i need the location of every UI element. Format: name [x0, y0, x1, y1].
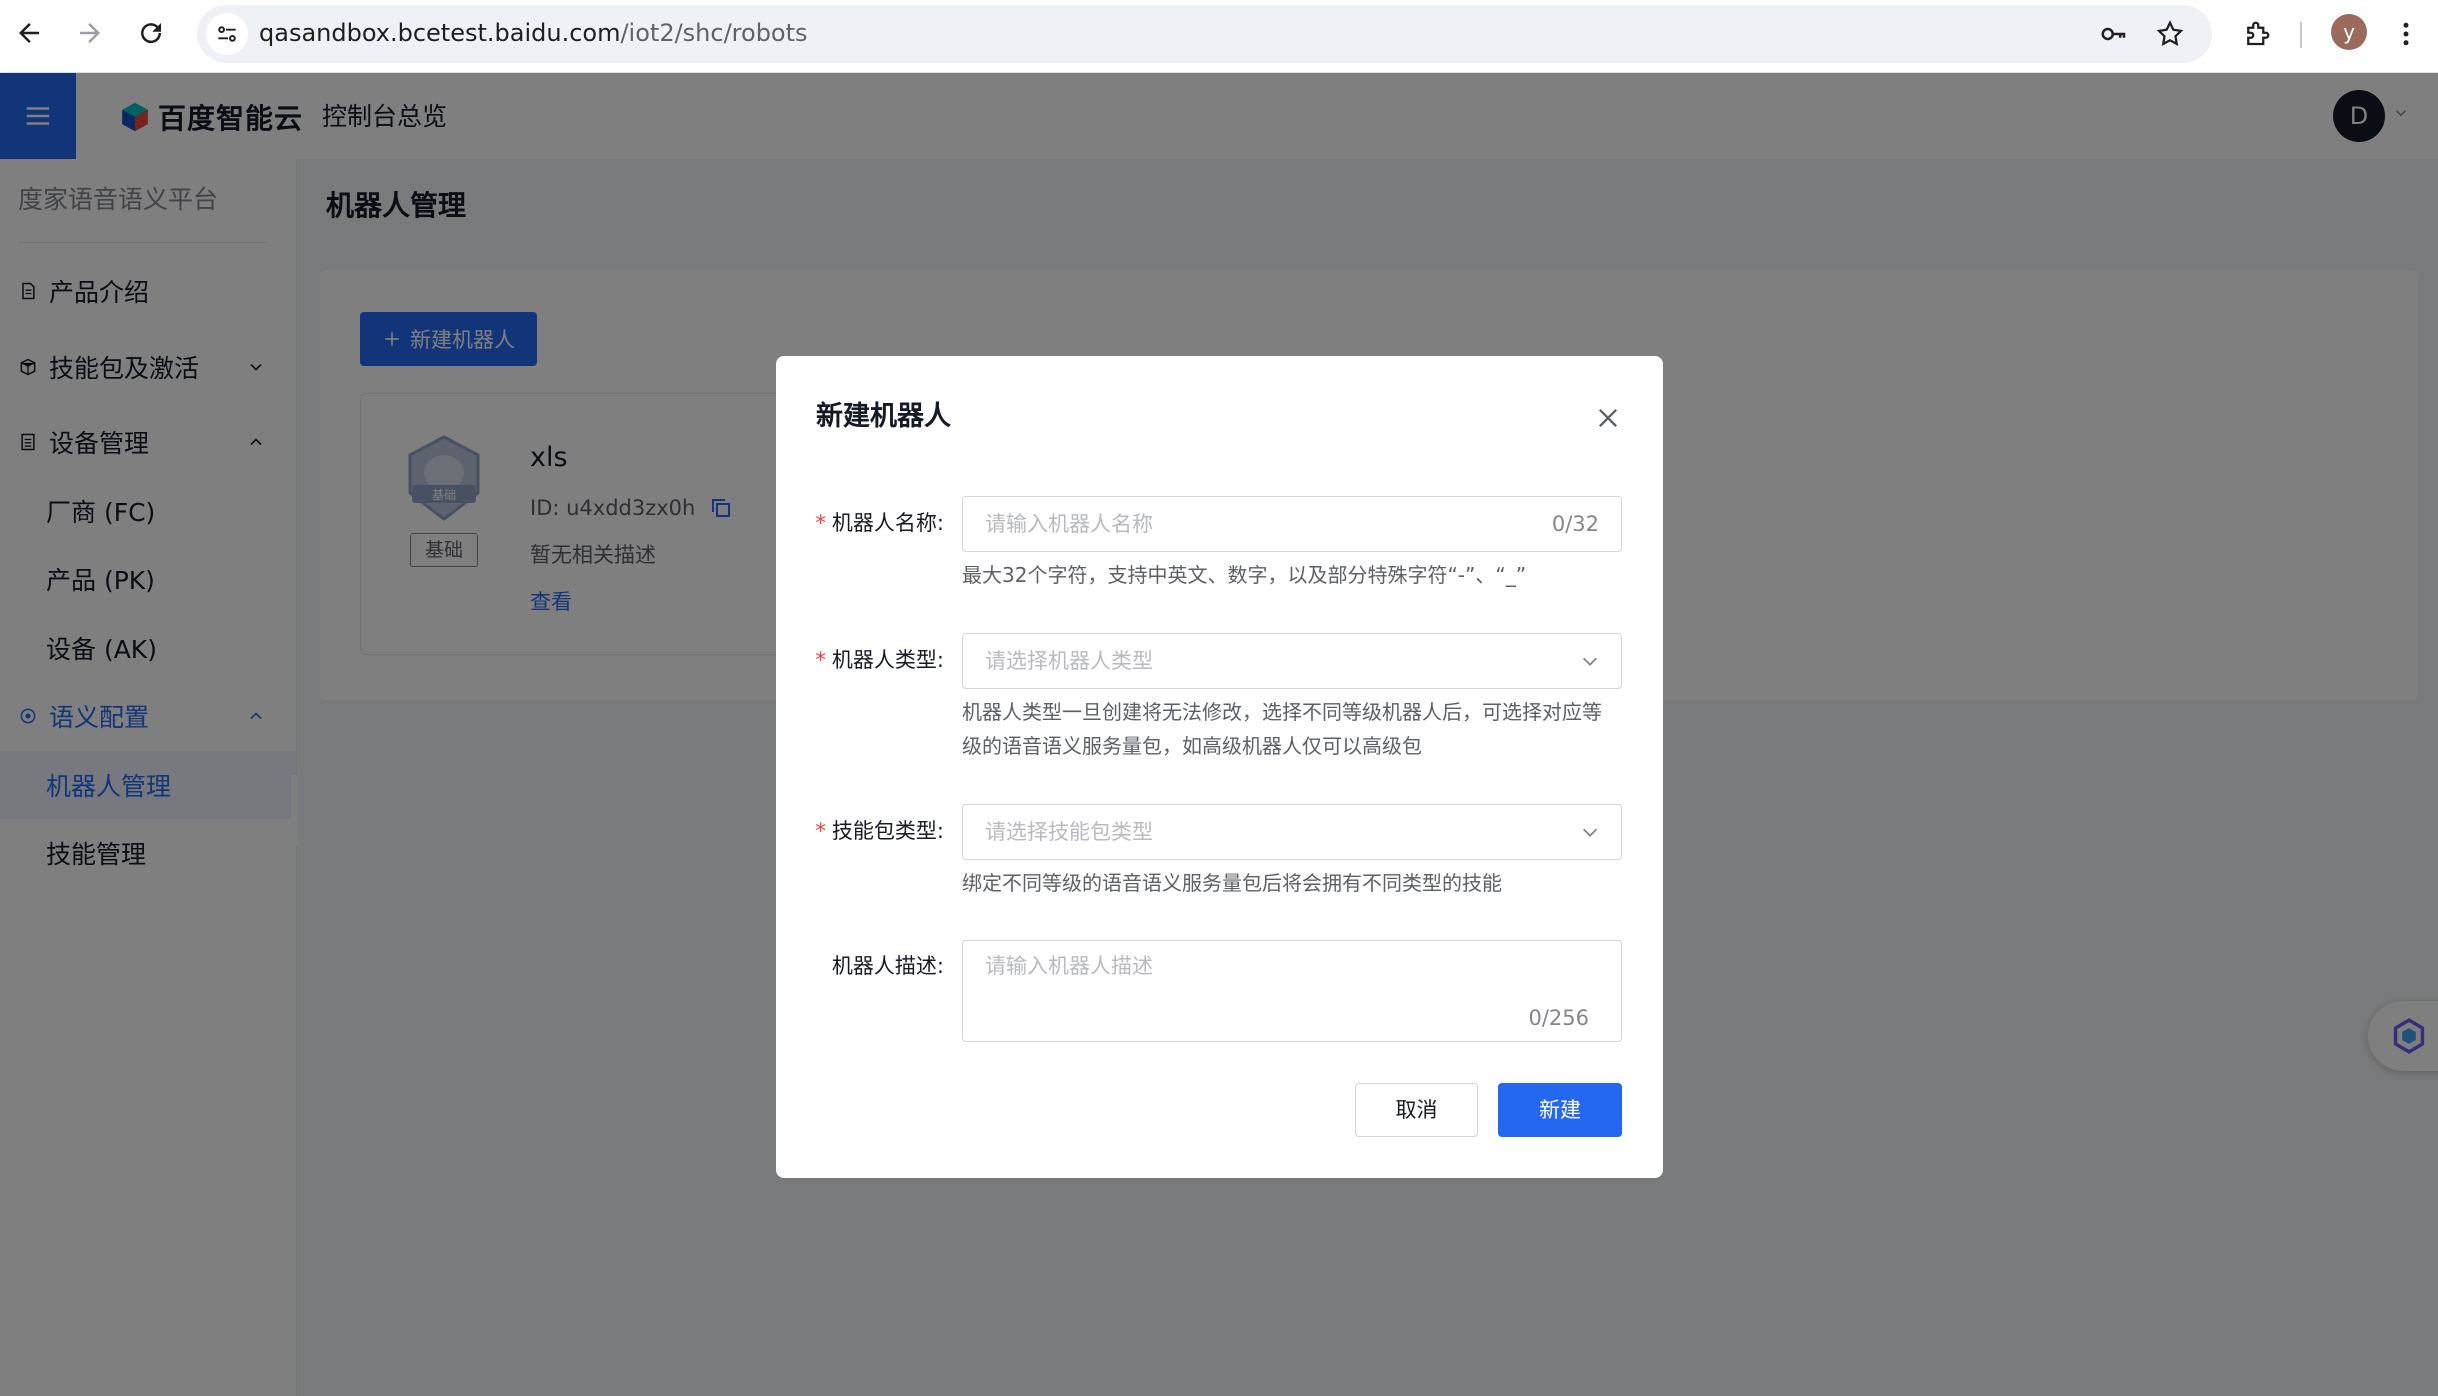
placeholder: 请选择技能包类型	[985, 820, 1153, 844]
label-text: 机器人类型:	[831, 648, 944, 672]
site-settings-icon[interactable]	[206, 13, 248, 55]
url-path: /iot2/shc/robots	[620, 19, 808, 47]
placeholder: 请输入机器人描述	[985, 954, 1153, 978]
robot-type-label: * 机器人类型:	[784, 645, 944, 675]
chevron-down-icon	[1582, 828, 1598, 837]
required-asterisk: *	[815, 511, 826, 535]
label-text: 机器人名称:	[831, 511, 944, 535]
bookmark-star-icon[interactable]	[2150, 14, 2190, 54]
hint-line: 机器人类型一旦创建将无法修改，选择不同等级机器人后，可选择对应等	[962, 700, 1602, 724]
skill-type-select[interactable]: 请选择技能包类型	[962, 804, 1622, 860]
robot-name-input[interactable]: 请输入机器人名称 0/32	[962, 496, 1622, 552]
forward-arrow-icon[interactable]	[66, 9, 114, 57]
required-asterisk: *	[815, 648, 826, 672]
robot-name-label: * 机器人名称:	[784, 508, 944, 538]
robot-name-hint: 最大32个字符，支持中英文、数字，以及部分特殊字符“-”、“_”	[962, 563, 1527, 587]
more-menu-icon[interactable]	[2386, 14, 2426, 54]
new-robot-dialog	[776, 356, 1663, 1178]
robot-type-select[interactable]: 请选择机器人类型	[962, 633, 1622, 689]
char-counter: 0/32	[1551, 512, 1599, 536]
robot-description-textarea[interactable]: 请输入机器人描述 0/256	[962, 940, 1622, 1042]
toolbar-divider	[2300, 22, 2302, 48]
url-text[interactable]: qasandbox.bcetest.baidu.com/iot2/shc/rob…	[259, 15, 808, 51]
dialog-title: 新建机器人	[816, 401, 951, 432]
cancel-button[interactable]: 取消	[1355, 1083, 1478, 1137]
placeholder: 请选择机器人类型	[985, 649, 1153, 673]
placeholder: 请输入机器人名称	[985, 512, 1153, 536]
char-counter: 0/256	[1528, 1006, 1589, 1030]
profile-avatar[interactable]: y	[2331, 14, 2367, 50]
reload-icon[interactable]	[127, 9, 175, 57]
extensions-puzzle-icon[interactable]	[2237, 14, 2277, 54]
close-icon[interactable]	[1594, 404, 1622, 432]
robot-type-hint: 机器人类型一旦创建将无法修改，选择不同等级机器人后，可选择对应等 级的语音语义服…	[962, 695, 1622, 763]
url-host: qasandbox.bcetest.baidu.com	[259, 19, 621, 47]
back-arrow-icon[interactable]	[5, 9, 53, 57]
required-asterisk: *	[815, 819, 826, 843]
skill-type-label: * 技能包类型:	[784, 816, 944, 846]
label-text: 技能包类型:	[831, 819, 944, 843]
password-key-icon[interactable]	[2094, 14, 2134, 54]
label-text: 机器人描述:	[831, 954, 944, 978]
robot-description-label: 机器人描述:	[784, 951, 944, 981]
hint-line: 级的语音语义服务量包，如高级机器人仅可以高级包	[962, 734, 1422, 758]
create-button[interactable]: 新建	[1498, 1083, 1622, 1137]
chevron-down-icon	[1582, 657, 1598, 666]
skill-type-hint: 绑定不同等级的语音语义服务量包后将会拥有不同类型的技能	[962, 871, 1502, 895]
